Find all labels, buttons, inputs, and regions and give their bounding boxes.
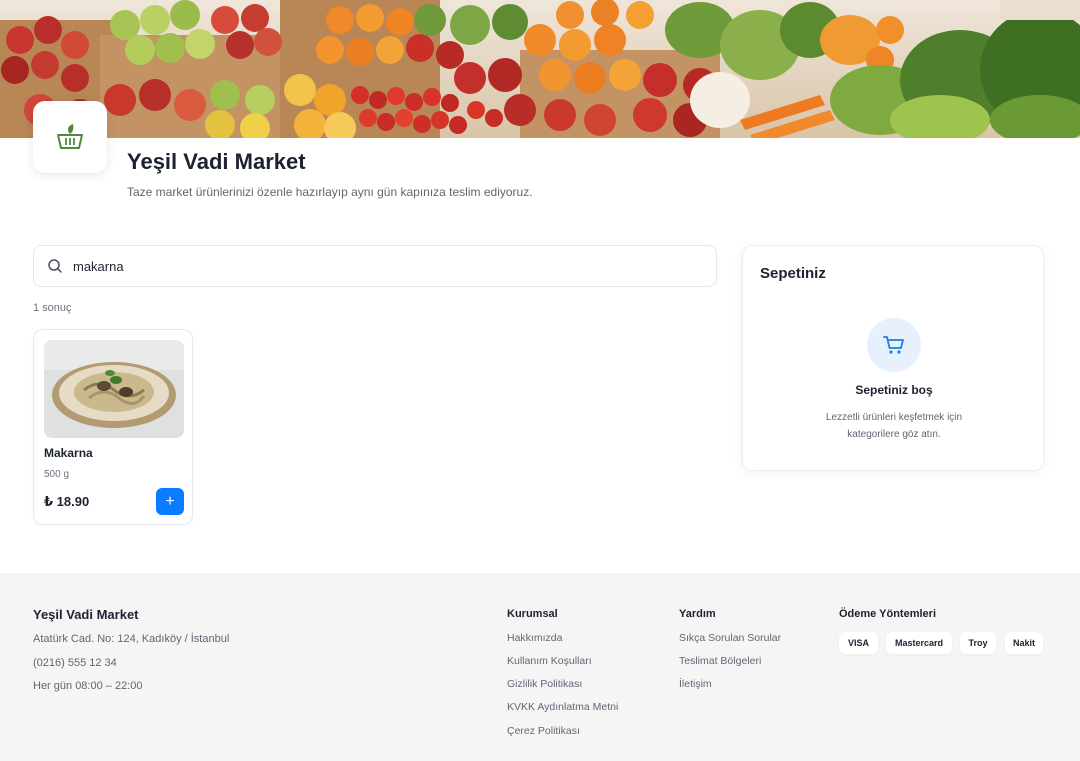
result-count: 1 sonuç [33, 302, 72, 314]
store-logo [33, 101, 107, 173]
footer-phone: (0216) 555 12 34 [33, 657, 117, 669]
footer-corporate-title: Kurumsal [507, 608, 558, 620]
cart-empty-description: Lezzetli ürünleri keşfetmek için kategor… [825, 412, 963, 440]
cart-icon-badge [867, 318, 921, 372]
search-input[interactable] [73, 258, 673, 274]
product-name: Makarna [44, 446, 93, 460]
footer-address: Atatürk Cad. No: 124, Kadıköy / İstanbul [33, 633, 230, 645]
payment-badge-visa: VISA [839, 632, 878, 654]
search-bar[interactable] [33, 245, 717, 287]
payment-badge-troy: Troy [960, 632, 996, 654]
cart-title: Sepetiniz [760, 265, 826, 282]
footer-link-cookies[interactable]: Çerez Politikası [507, 725, 580, 737]
footer-hours: Her gün 08:00 – 22:00 [33, 680, 143, 692]
footer-link-faq[interactable]: Sıkça Sorulan Sorular [679, 632, 781, 644]
store-description: Taze market ürünlerinizi özenle hazırlay… [127, 185, 533, 199]
produce-banner-image [0, 0, 1080, 138]
hero-banner [0, 0, 1080, 138]
cart-empty-title: Sepetiniz boş [855, 383, 933, 397]
product-weight: 500 g [44, 469, 70, 480]
footer-help-title: Yardım [679, 608, 716, 620]
footer-link-terms[interactable]: Kullanım Koşulları [507, 655, 592, 667]
cart-icon [883, 336, 904, 354]
footer: Yeşil Vadi Market Atatürk Cad. No: 124, … [0, 573, 1080, 761]
store-title: Yeşil Vadi Market [127, 149, 306, 174]
add-to-cart-button[interactable]: + [156, 488, 184, 515]
product-image [44, 340, 184, 438]
search-icon [48, 259, 62, 273]
footer-link-contact[interactable]: İletişim [679, 678, 712, 690]
footer-payment-title: Ödeme Yöntemleri [839, 608, 936, 620]
footer-link-privacy[interactable]: Gizlilik Politikası [507, 678, 582, 690]
basket-leaf-icon [57, 124, 83, 149]
product-price: ₺ 18.90 [44, 494, 90, 509]
footer-brand: Yeşil Vadi Market [33, 607, 139, 622]
footer-link-kvkk[interactable]: KVKK Aydınlatma Metni [507, 701, 618, 713]
payment-badge-mastercard: Mastercard [886, 632, 952, 654]
payment-badge-cash: Nakit [1005, 632, 1043, 654]
cart-panel: Sepetiniz Sepetiniz boş Lezzetli ürünler… [742, 245, 1044, 471]
product-card[interactable]: Makarna 500 g ₺ 18.90 + [33, 329, 193, 525]
footer-link-about[interactable]: Hakkımızda [507, 632, 562, 644]
footer-link-delivery-zones[interactable]: Teslimat Bölgeleri [679, 655, 761, 667]
